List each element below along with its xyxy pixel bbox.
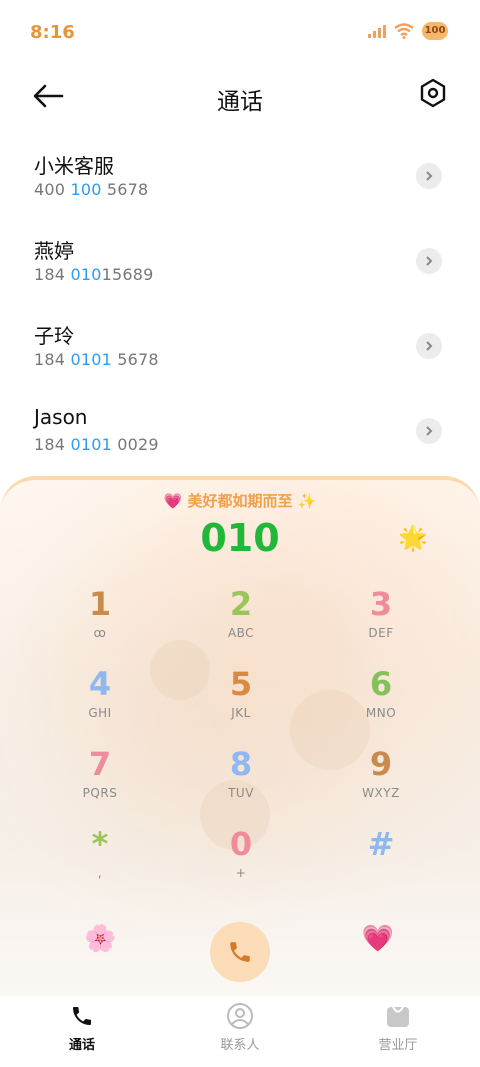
key-letters: MNO xyxy=(365,706,397,720)
nav-service-hall[interactable]: 营业厅 xyxy=(358,1002,438,1053)
key-digit: 4 xyxy=(88,665,112,703)
keypad-key[interactable]: 7 PQRS xyxy=(45,746,155,816)
contact-name: 小米客服 xyxy=(34,154,114,178)
key-digit: 3 xyxy=(369,585,393,623)
key-digit: * xyxy=(91,825,109,863)
keypad-key[interactable]: 2 ABC xyxy=(186,586,296,656)
chevron-right-icon[interactable] xyxy=(416,163,442,189)
contact-number: 184 01015689 xyxy=(34,265,154,284)
key-digit: 2 xyxy=(229,585,253,623)
keypad-key[interactable]: 8 TUV xyxy=(186,746,296,816)
contact-name: Jason xyxy=(34,405,88,429)
contact-icon xyxy=(227,1003,253,1029)
shopping-bag-icon xyxy=(387,1006,409,1027)
bottom-nav: 通话 联系人 营业厅 xyxy=(0,996,480,1067)
contact-results-list: 小米客服 400 100 5678 燕婷 184 01015689 子玲 184… xyxy=(0,138,480,478)
contact-row[interactable]: Jason 184 0101 0029 xyxy=(0,393,480,478)
dialer-slogan: 💗 美好都如期而至 ✨ xyxy=(163,492,317,510)
key-letters: ABC xyxy=(227,626,255,640)
chevron-right-icon[interactable] xyxy=(416,418,442,444)
nav-service-hall-label: 营业厅 xyxy=(378,1038,418,1053)
key-letters: + xyxy=(235,866,247,880)
phone-icon xyxy=(230,942,250,962)
contact-name: 子玲 xyxy=(34,324,74,348)
keypad-key[interactable]: *, xyxy=(45,826,155,896)
nav-calls-label: 通话 xyxy=(68,1038,95,1053)
key-digit: 9 xyxy=(369,745,393,783)
contact-row[interactable]: 小米客服 400 100 5678 xyxy=(0,138,480,223)
key-digit: 5 xyxy=(229,665,253,703)
key-letters: WXYZ xyxy=(362,786,400,800)
keypad-key[interactable]: 5 JKL xyxy=(186,666,296,736)
keypad-key[interactable]: 3 DEF xyxy=(326,586,436,656)
contact-number: 400 100 5678 xyxy=(34,180,149,199)
key-letters: PQRS xyxy=(82,786,118,800)
keypad-key[interactable]: 4 GHI xyxy=(45,666,155,736)
keypad-key[interactable]: # xyxy=(326,826,436,896)
key-letters: , xyxy=(97,866,103,880)
call-button[interactable] xyxy=(210,922,270,982)
settings-icon[interactable] xyxy=(418,78,448,108)
chevron-right-icon[interactable] xyxy=(416,333,442,359)
key-digit: 7 xyxy=(88,745,112,783)
contact-number: 184 0101 5678 xyxy=(34,350,159,369)
phone-icon xyxy=(73,1007,91,1025)
status-time: 8:16 xyxy=(30,22,75,43)
key-letters: GHI xyxy=(88,706,112,720)
page-title: 通话 xyxy=(217,89,263,115)
key-letters: DEF xyxy=(368,626,394,640)
nav-calls[interactable]: 通话 xyxy=(42,1002,122,1053)
dialer-panel: 💗 美好都如期而至 ✨ 010 🌟 1 ꝏ 2 ABC 3 DEF 4 GHI 5 JKL 6 MNO… xyxy=(0,476,480,1000)
key-digit: 6 xyxy=(369,665,393,703)
heart-icon[interactable]: 💗 xyxy=(362,924,394,954)
key-digit: 8 xyxy=(229,745,253,783)
key-letters: TUV xyxy=(228,786,254,800)
key-digit: 0 xyxy=(229,825,253,863)
key-digit: # xyxy=(367,825,395,863)
header: 通话 xyxy=(0,70,480,120)
contact-row[interactable]: 子玲 184 0101 5678 xyxy=(0,308,480,393)
signal-icon xyxy=(368,24,386,38)
battery-icon: 100 xyxy=(422,22,448,40)
status-bar: 8:16 100 xyxy=(0,0,480,66)
contact-row[interactable]: 燕婷 184 01015689 xyxy=(0,223,480,308)
keypad-key[interactable]: 1ꝏ xyxy=(45,586,155,656)
keypad-key[interactable]: 6 MNO xyxy=(326,666,436,736)
keypad-key[interactable]: 0 + xyxy=(186,826,296,896)
wifi-icon xyxy=(394,23,414,39)
keypad-key[interactable]: 9 WXYZ xyxy=(326,746,436,816)
key-digit: 1 xyxy=(88,585,112,623)
key-letters: JKL xyxy=(231,706,251,720)
contact-number: 184 0101 0029 xyxy=(34,435,159,454)
status-icons: 100 xyxy=(368,22,448,40)
key-letters: ꝏ xyxy=(93,626,107,640)
star-icon[interactable]: 🌟 xyxy=(398,524,428,552)
chevron-right-icon[interactable] xyxy=(416,248,442,274)
flower-icon[interactable]: 🌸 xyxy=(84,924,116,954)
nav-contacts[interactable]: 联系人 xyxy=(200,1002,280,1053)
nav-contacts-label: 联系人 xyxy=(220,1038,260,1053)
contact-name: 燕婷 xyxy=(34,239,74,263)
